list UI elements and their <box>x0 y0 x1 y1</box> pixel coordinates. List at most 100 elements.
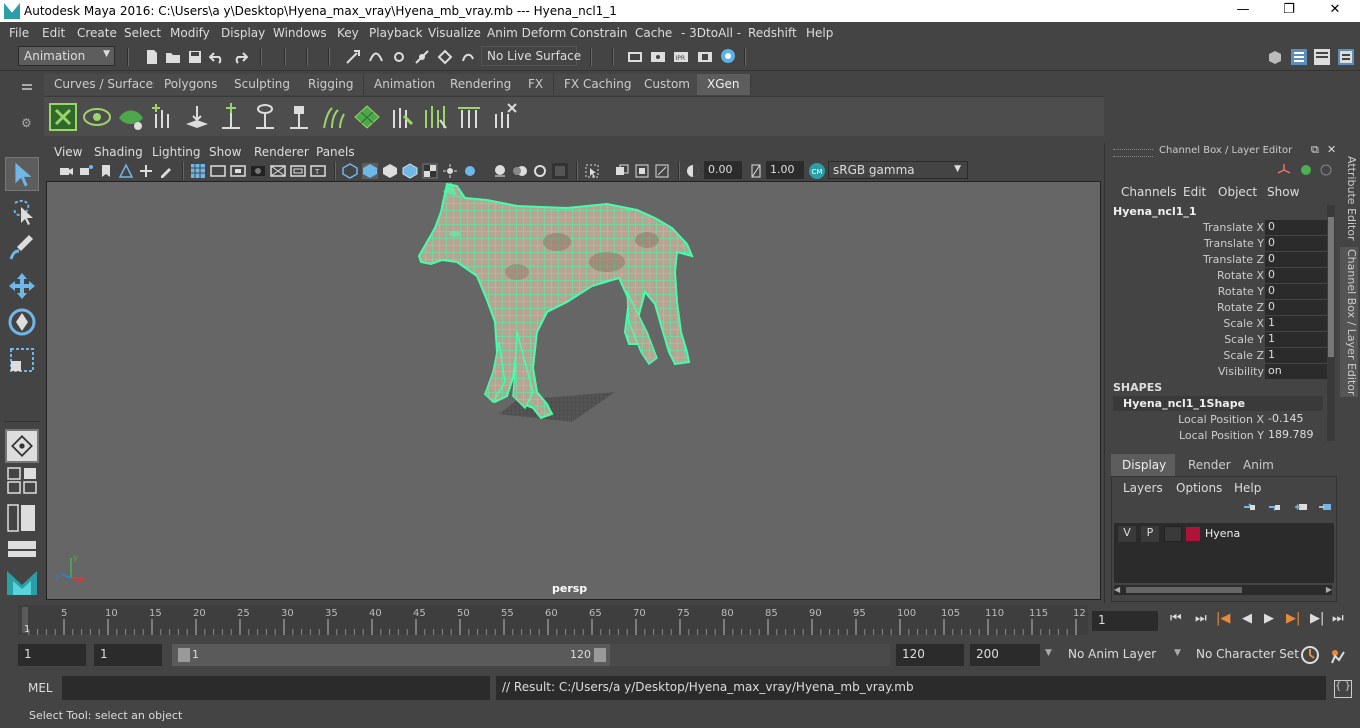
xgen-preview-icon[interactable] <box>82 102 112 132</box>
range-start-handle[interactable] <box>178 648 190 662</box>
tab-channel-box-layer-editor[interactable]: Channel Box / Layer Editor <box>1340 247 1358 397</box>
xgen-leaf-icon[interactable] <box>116 102 146 132</box>
channel-value[interactable]: 1 <box>1265 332 1327 347</box>
snap-curve-icon[interactable] <box>368 49 384 65</box>
open-scene-icon[interactable] <box>165 49 181 65</box>
grease-pencil-icon[interactable] <box>158 163 174 179</box>
speed-icon[interactable] <box>1319 163 1333 177</box>
menu-edit[interactable]: Edit <box>42 26 65 40</box>
step-back-frame-icon[interactable]: |◀ <box>1216 611 1230 626</box>
menu-create[interactable]: Create <box>77 26 117 40</box>
gamma-field[interactable]: 1.00 <box>766 161 804 179</box>
new-scene-icon[interactable] <box>144 49 160 65</box>
depth-of-field-icon[interactable] <box>552 163 568 179</box>
layer-menu-help[interactable]: Help <box>1234 481 1261 495</box>
step-forward-key-icon[interactable]: ▶| <box>1310 611 1324 626</box>
menu-display[interactable]: Display <box>221 26 265 40</box>
channel-scale-y[interactable]: Scale Y1 <box>1113 332 1328 348</box>
channel-scale-x[interactable]: Scale X1 <box>1113 316 1328 332</box>
wireframe-icon[interactable] <box>342 163 358 179</box>
tab-display[interactable]: Display <box>1111 454 1175 476</box>
animation-start-field[interactable]: 1 <box>18 644 86 666</box>
safe-title-icon[interactable]: T <box>310 163 326 179</box>
undo-icon[interactable] <box>209 49 225 65</box>
step-forward-frame-icon[interactable]: ▶| <box>1286 611 1300 626</box>
cb-menu-channels[interactable]: Channels <box>1121 185 1177 199</box>
wireframe-on-shaded-icon[interactable] <box>402 163 418 179</box>
panel-grip[interactable] <box>1113 149 1153 157</box>
layer-visibility-toggle[interactable]: V <box>1118 526 1136 542</box>
menu-anim-deform[interactable]: Anim Deform <box>487 26 566 40</box>
xgen-add-guide-icon[interactable] <box>148 102 178 132</box>
menu-windows[interactable]: Windows <box>273 26 327 40</box>
graph-layout-icon[interactable] <box>5 539 39 559</box>
menuset-dropdown[interactable]: Animation ▼ <box>18 46 115 66</box>
image-plane-icon[interactable] <box>118 163 134 179</box>
move-layer-down-icon[interactable] <box>1267 501 1281 513</box>
channel-value[interactable]: 0 <box>1265 300 1327 315</box>
scrollbar-thumb[interactable] <box>1328 217 1334 357</box>
new-layer-icon[interactable] <box>1294 501 1308 513</box>
menu-cache[interactable]: Cache <box>635 26 672 40</box>
save-scene-icon[interactable] <box>187 49 203 65</box>
channel-rotate-y[interactable]: Rotate Y0 <box>1113 284 1328 300</box>
tab-polygons[interactable]: Polygons <box>154 74 229 95</box>
tab-curves-surfaces[interactable]: Curves / Surfaces <box>44 74 171 95</box>
channel-translate-z[interactable]: Translate Z0 <box>1113 252 1328 268</box>
new-layer-selected-icon[interactable] <box>1318 501 1332 513</box>
move-tool-icon[interactable] <box>5 269 39 303</box>
vp-menu-panels[interactable]: Panels <box>316 145 355 159</box>
cb-menu-show[interactable]: Show <box>1267 185 1299 199</box>
modeling-toolkit-icon[interactable] <box>1266 48 1284 66</box>
playback-end-field[interactable]: 120 <box>896 644 964 666</box>
layer-name[interactable]: Hyena <box>1205 527 1240 540</box>
tab-anim[interactable]: Anim <box>1235 454 1285 476</box>
script-language-label[interactable]: MEL <box>28 681 53 695</box>
snap-view-plane-icon[interactable] <box>414 49 430 65</box>
tab-rendering[interactable]: Rendering <box>440 74 523 95</box>
xgen-editor-icon[interactable] <box>48 102 78 132</box>
play-backward-icon[interactable]: ◀ <box>1242 611 1252 626</box>
channel-translate-y[interactable]: Translate Y0 <box>1113 236 1328 252</box>
layer-menu-options[interactable]: Options <box>1176 481 1222 495</box>
channel-value[interactable]: 0 <box>1265 252 1327 267</box>
tab-render[interactable]: Render <box>1175 454 1235 476</box>
film-gate-icon[interactable] <box>210 163 226 179</box>
move-layer-up-icon[interactable] <box>1242 501 1256 513</box>
xray-icon[interactable] <box>614 163 630 179</box>
select-camera-icon[interactable] <box>58 163 74 179</box>
range-bar[interactable]: 1 120 <box>172 644 610 666</box>
layer-row-hyena[interactable]: V P Hyena <box>1116 525 1332 543</box>
tab-xgen[interactable]: XGen <box>697 74 751 95</box>
isolate-select-icon[interactable] <box>584 163 600 179</box>
layer-menu-layers[interactable]: Layers <box>1123 481 1163 495</box>
channel-scrollbar[interactable] <box>1327 205 1335 441</box>
playback-start-field[interactable]: 1 <box>94 644 162 666</box>
channel-value[interactable]: on <box>1265 364 1327 379</box>
xray-joints-icon[interactable] <box>634 163 650 179</box>
xgen-delete-guide-icon[interactable] <box>488 102 518 132</box>
channel-rotate-z[interactable]: Rotate Z0 <box>1113 300 1328 316</box>
menu-help[interactable]: Help <box>806 26 833 40</box>
xgen-lock-guide-icon[interactable] <box>284 102 314 132</box>
manipulator-icon[interactable] <box>1299 163 1313 177</box>
time-slider[interactable]: 1 5 10 15 20 25 30 35 40 45 50 55 60 65 70 75 80 85 90 95 10… <box>0 603 1360 639</box>
select-tool-icon[interactable] <box>5 157 39 191</box>
animation-end-field[interactable]: 200 <box>970 644 1040 666</box>
play-forward-icon[interactable]: ▶ <box>1264 611 1274 626</box>
gamma-icon[interactable] <box>748 163 764 179</box>
shape-local-position-y[interactable]: Local Position Y 189.789 <box>1113 428 1328 444</box>
channel-scale-z[interactable]: Scale Z1 <box>1113 348 1328 364</box>
menu-icon[interactable] <box>22 84 32 86</box>
vp-menu-show[interactable]: Show <box>209 145 241 159</box>
xgen-grass-icon[interactable] <box>318 102 348 132</box>
snap-grid-icon[interactable] <box>345 49 361 65</box>
xgen-brush-icon[interactable] <box>420 102 450 132</box>
scroll-left-icon[interactable]: ◀ <box>1114 585 1120 594</box>
bookmark-icon[interactable] <box>98 163 114 179</box>
gate-mask-icon[interactable] <box>250 163 266 179</box>
layer-display-type[interactable] <box>1164 526 1182 542</box>
shape-local-position-x[interactable]: Local Position X -0.145 <box>1113 412 1328 428</box>
tab-rigging[interactable]: Rigging <box>298 74 365 95</box>
safe-action-icon[interactable] <box>290 163 306 179</box>
